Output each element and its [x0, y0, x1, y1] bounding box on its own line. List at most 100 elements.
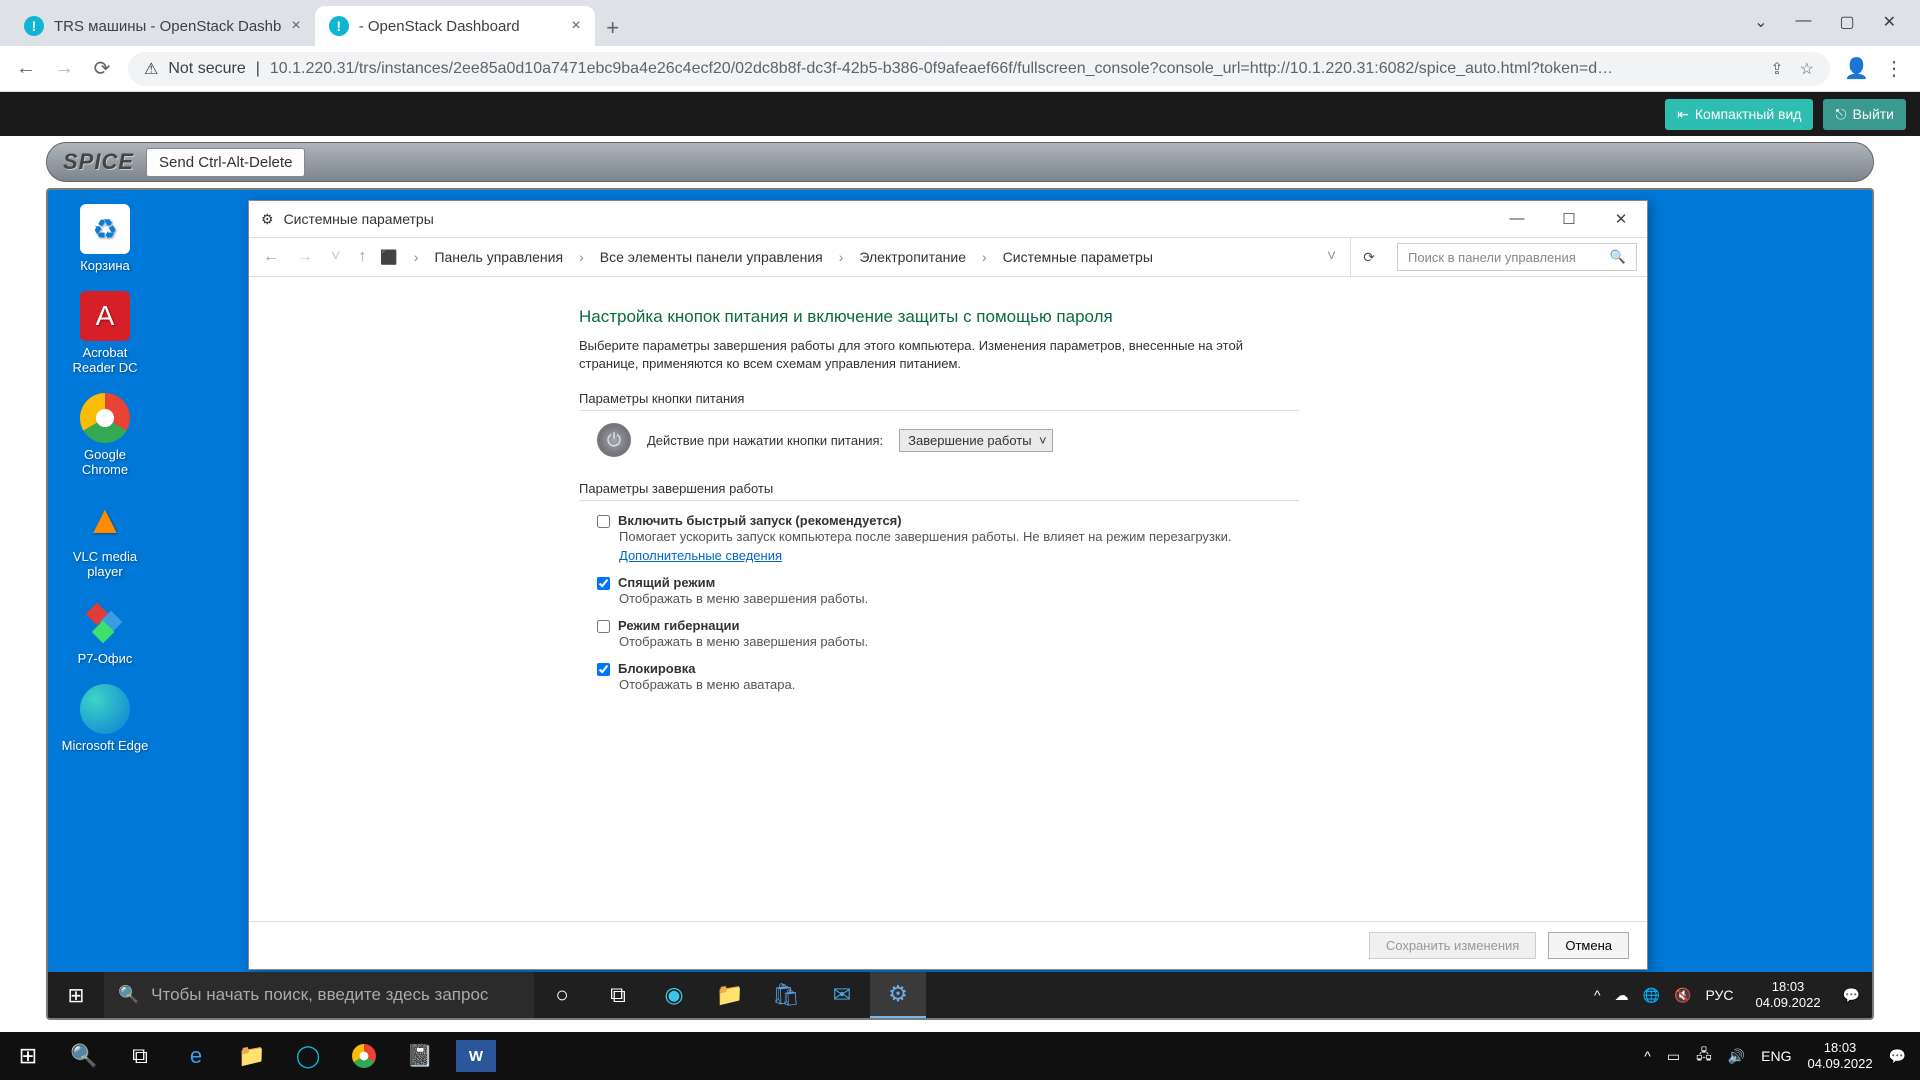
- profile-icon[interactable]: 👤: [1844, 56, 1868, 81]
- cortana-icon[interactable]: ○: [534, 972, 590, 1018]
- up-icon[interactable]: ↑: [354, 248, 370, 266]
- search-input[interactable]: Поиск в панели управления 🔍: [1397, 243, 1637, 271]
- forward-icon[interactable]: →: [293, 248, 317, 266]
- volume-icon[interactable]: 🔇: [1674, 987, 1691, 1004]
- breadcrumb-item[interactable]: Все элементы панели управления: [600, 249, 823, 265]
- page-heading: Настройка кнопок питания и включение защ…: [579, 307, 1647, 327]
- refresh-icon[interactable]: ⟳: [1350, 238, 1387, 276]
- separator: |: [256, 60, 260, 78]
- host-task-view-icon[interactable]: ⧉: [112, 1032, 168, 1080]
- close-icon[interactable]: ×: [291, 17, 300, 35]
- tray-chevron-icon[interactable]: ^: [1594, 987, 1601, 1003]
- maximize-icon[interactable]: ☐: [1555, 210, 1583, 228]
- sleep-checkbox[interactable]: Спящий режим: [597, 575, 1277, 590]
- minimize-icon[interactable]: —: [1503, 210, 1531, 228]
- search-placeholder: Поиск в панели управления: [1408, 250, 1576, 265]
- host-system-tray: ^ ▭ 🖧 🔊 ENG 18:03 04.09.2022 💬: [1630, 1040, 1920, 1071]
- desktop-icons: ♻Корзина AAcrobat Reader DC Google Chrom…: [60, 204, 150, 753]
- breadcrumb-item[interactable]: Системные параметры: [1003, 249, 1153, 265]
- clock[interactable]: 18:03 04.09.2022: [1747, 979, 1828, 1010]
- fast-startup-checkbox[interactable]: Включить быстрый запуск (рекомендуется): [597, 513, 1277, 528]
- more-info-link[interactable]: Дополнительные сведения: [619, 548, 782, 563]
- chevron-down-icon[interactable]: ⌄: [1754, 12, 1767, 32]
- tray-chevron-icon[interactable]: ^: [1644, 1048, 1651, 1064]
- compact-view-button[interactable]: ⇤Компактный вид: [1665, 99, 1813, 130]
- store-taskbar-icon[interactable]: 🛍: [758, 972, 814, 1018]
- breadcrumb-item[interactable]: Панель управления: [434, 249, 563, 265]
- window-titlebar: ⚙ Системные параметры — ☐ ✕: [249, 201, 1647, 237]
- language-indicator[interactable]: РУС: [1705, 987, 1733, 1003]
- section-shutdown: Параметры завершения работы: [579, 481, 1299, 501]
- not-secure-label: Not secure: [168, 60, 245, 78]
- recycle-bin-icon[interactable]: ♻Корзина: [60, 204, 150, 273]
- host-clock[interactable]: 18:03 04.09.2022: [1807, 1040, 1872, 1071]
- network-icon[interactable]: 🌐: [1643, 987, 1660, 1004]
- new-tab-button[interactable]: +: [595, 10, 631, 46]
- share-icon[interactable]: ⇪: [1770, 59, 1783, 79]
- back-icon[interactable]: ←: [259, 248, 283, 266]
- chrome-taskbar-icon[interactable]: [336, 1032, 392, 1080]
- back-icon[interactable]: ←: [14, 57, 38, 80]
- window-controls: ⌄ — ▢ ✕: [1730, 0, 1920, 44]
- notifications-icon[interactable]: 💬: [1843, 987, 1860, 1004]
- minimize-icon[interactable]: —: [1795, 12, 1811, 32]
- edge-taskbar-icon[interactable]: ◉: [646, 972, 702, 1018]
- explorer-taskbar-icon[interactable]: 📁: [224, 1032, 280, 1080]
- mail-taskbar-icon[interactable]: ✉: [814, 972, 870, 1018]
- acrobat-icon[interactable]: AAcrobat Reader DC: [60, 291, 150, 375]
- url-text: 10.1.220.31/trs/instances/2ee85a0d10a747…: [270, 60, 1613, 78]
- battery-icon[interactable]: ▭: [1667, 1048, 1680, 1065]
- power-icon: ⏻: [597, 423, 631, 457]
- control-panel-body: Настройка кнопок питания и включение защ…: [249, 277, 1647, 921]
- save-button[interactable]: Сохранить изменения: [1369, 932, 1537, 959]
- network-icon[interactable]: 🖧: [1696, 1044, 1712, 1068]
- chrome-icon[interactable]: Google Chrome: [60, 393, 150, 477]
- onedrive-icon[interactable]: ☁: [1615, 987, 1629, 1004]
- task-view-icon[interactable]: ⧉: [590, 972, 646, 1018]
- close-icon[interactable]: ×: [571, 17, 580, 35]
- notifications-icon[interactable]: 💬: [1889, 1048, 1906, 1065]
- close-icon[interactable]: ✕: [1607, 210, 1635, 228]
- send-cad-button[interactable]: Send Ctrl-Alt-Delete: [146, 148, 305, 177]
- taskbar-search[interactable]: 🔍 Чтобы начать поиск, введите здесь запр…: [104, 972, 534, 1018]
- language-indicator[interactable]: ENG: [1761, 1048, 1791, 1064]
- ie-taskbar-icon[interactable]: e: [168, 1032, 224, 1080]
- power-action-label: Действие при нажатии кнопки питания:: [647, 433, 883, 448]
- host-start-button[interactable]: ⊞: [0, 1032, 56, 1080]
- close-icon[interactable]: ✕: [1883, 12, 1896, 32]
- word-taskbar-icon[interactable]: W: [456, 1040, 496, 1072]
- host-taskbar: ⊞ 🔍 ⧉ e 📁 ◯ 📓 W ^ ▭ 🖧 🔊 ENG 18:03 04.09.…: [0, 1032, 1920, 1080]
- vlc-icon[interactable]: ▲VLC media player: [60, 495, 150, 579]
- browser-tab-2[interactable]: ! - OpenStack Dashboard ×: [315, 6, 595, 46]
- forward-icon[interactable]: →: [52, 57, 76, 80]
- star-icon[interactable]: ☆: [1800, 59, 1814, 79]
- tab-title: - OpenStack Dashboard: [359, 18, 520, 35]
- recent-icon[interactable]: ˅: [327, 248, 344, 266]
- maximize-icon[interactable]: ▢: [1839, 12, 1854, 32]
- reload-icon[interactable]: ⟳: [90, 56, 114, 81]
- control-panel-taskbar-icon[interactable]: ⚙: [870, 972, 926, 1018]
- start-button[interactable]: ⊞: [48, 972, 104, 1018]
- app-taskbar-icon[interactable]: ◯: [280, 1032, 336, 1080]
- dialog-footer: Сохранить изменения Отмена: [249, 921, 1647, 969]
- power-action-select[interactable]: Завершение работы ˅: [899, 429, 1052, 452]
- logout-button[interactable]: ⎋Выйти: [1823, 99, 1906, 130]
- r7-office-icon[interactable]: Р7-Офис: [60, 597, 150, 666]
- chevron-down-icon[interactable]: ˅: [1323, 248, 1340, 266]
- breadcrumb-item[interactable]: Электропитание: [859, 249, 966, 265]
- hibernate-checkbox[interactable]: Режим гибернации: [597, 618, 1277, 633]
- page-description: Выберите параметры завершения работы для…: [579, 337, 1299, 373]
- search-icon: 🔍: [118, 985, 139, 1005]
- notepad-taskbar-icon[interactable]: 📓: [392, 1032, 448, 1080]
- lock-checkbox[interactable]: Блокировка: [597, 661, 1277, 676]
- logout-icon: ⎋: [1835, 106, 1846, 123]
- browser-tab-1[interactable]: ! TRS машины - OpenStack Dashb ×: [10, 6, 315, 46]
- url-field[interactable]: ⚠ Not secure | 10.1.220.31/trs/instances…: [128, 52, 1830, 86]
- cancel-button[interactable]: Отмена: [1548, 932, 1629, 959]
- explorer-taskbar-icon[interactable]: 📁: [702, 972, 758, 1018]
- section-power-button: Параметры кнопки питания: [579, 391, 1299, 411]
- menu-icon[interactable]: ⋮: [1882, 56, 1906, 81]
- volume-icon[interactable]: 🔊: [1728, 1048, 1745, 1065]
- edge-icon[interactable]: Microsoft Edge: [60, 684, 150, 753]
- host-search-icon[interactable]: 🔍: [56, 1032, 112, 1080]
